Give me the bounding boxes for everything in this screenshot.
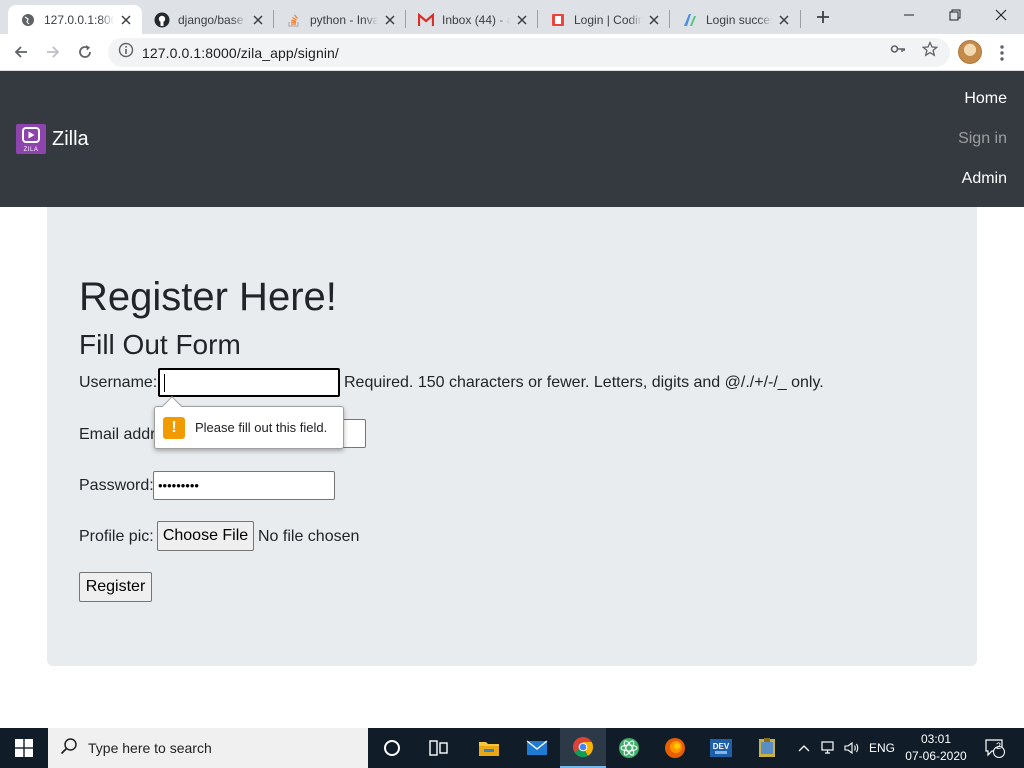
- tab-gmail[interactable]: Inbox (44) - a: [406, 5, 538, 34]
- globe-icon: [20, 12, 36, 28]
- file-explorer-icon[interactable]: [466, 728, 512, 768]
- username-label: Username:: [79, 374, 158, 391]
- password-value: •••••••••: [158, 478, 199, 493]
- dev-app-icon[interactable]: DEV: [698, 728, 744, 768]
- forward-button[interactable]: [40, 39, 66, 65]
- avatar[interactable]: [958, 40, 982, 64]
- star-icon[interactable]: [921, 40, 939, 58]
- browser-tab-strip: 127.0.0.1:8000/zila_app/signin/ django/b…: [0, 0, 1024, 34]
- tab-title: python - Invalid: [310, 12, 378, 27]
- atom-app-icon[interactable]: [606, 728, 652, 768]
- clock-time: 03:01: [920, 732, 952, 746]
- page-title: Register Here!: [79, 275, 337, 319]
- notification-count: 2: [996, 741, 1002, 751]
- chrome-icon[interactable]: [560, 728, 606, 768]
- taskbar-search-box[interactable]: Type here to search: [48, 728, 368, 768]
- tab-login-success[interactable]: Login success: [670, 5, 800, 34]
- logo-text: ZILA: [23, 147, 39, 153]
- password-label: Password:: [79, 477, 154, 494]
- task-view-icon[interactable]: [416, 728, 462, 768]
- bookmark-red-icon: [550, 12, 566, 28]
- language-indicator[interactable]: ENG: [866, 728, 898, 768]
- tab-coding[interactable]: Login | Coding: [538, 5, 670, 34]
- tab-signin[interactable]: 127.0.0.1:8000/zila_app/signin/: [8, 5, 142, 34]
- zilla-logo-icon: ZILA: [16, 124, 46, 154]
- new-tab-button[interactable]: [812, 6, 834, 28]
- svg-text:DEV: DEV: [713, 742, 730, 751]
- mail-icon[interactable]: [514, 728, 560, 768]
- browser-toolbar: 127.0.0.1:8000/zila_app/signin/: [0, 34, 1024, 71]
- brand-link[interactable]: ZILA Zilla: [16, 124, 89, 154]
- start-button[interactable]: [0, 728, 48, 768]
- archive-app-icon[interactable]: [744, 728, 790, 768]
- validation-tooltip: ! Please fill out this field.: [154, 406, 344, 449]
- close-window-button[interactable]: [978, 0, 1024, 30]
- nav-admin[interactable]: Admin: [962, 170, 1007, 188]
- network-icon[interactable]: [820, 728, 838, 768]
- validation-message: Please fill out this field.: [195, 420, 328, 435]
- site-blue-icon: [682, 12, 698, 28]
- nav-sign-in[interactable]: Sign in: [958, 130, 1007, 148]
- cortana-icon[interactable]: [369, 728, 415, 768]
- key-icon[interactable]: [889, 40, 907, 58]
- tab-github[interactable]: django/base: [142, 5, 274, 34]
- chevron-up-icon[interactable]: [796, 728, 812, 768]
- password-field[interactable]: •••••••••: [153, 471, 335, 500]
- text-caret: [164, 373, 165, 392]
- github-icon: [154, 12, 170, 28]
- back-button[interactable]: [8, 39, 34, 65]
- email-label: Email addr: [79, 426, 156, 443]
- clock-date: 07-06-2020: [905, 749, 967, 763]
- choose-file-button[interactable]: Choose File: [157, 521, 254, 551]
- close-icon[interactable]: [382, 12, 398, 28]
- more-menu-icon[interactable]: [992, 43, 1012, 63]
- profile-pic-label: Profile pic:: [79, 528, 154, 545]
- volume-icon[interactable]: [843, 728, 861, 768]
- brand-name: Zilla: [52, 127, 89, 150]
- register-button[interactable]: Register: [79, 572, 152, 602]
- url-text: 127.0.0.1:8000/zila_app/signin/: [142, 44, 339, 61]
- username-field[interactable]: [158, 368, 340, 397]
- close-icon[interactable]: [646, 12, 662, 28]
- tab-title: 127.0.0.1:8000/zila_app/signin/: [44, 12, 114, 27]
- no-file-text: No file chosen: [258, 528, 360, 545]
- taskbar-clock[interactable]: 03:01 07-06-2020: [896, 731, 976, 765]
- tab-title: Login | Coding: [574, 12, 642, 27]
- notification-center-icon[interactable]: 2: [980, 728, 1010, 768]
- username-help-text: Required. 150 characters or fewer. Lette…: [344, 374, 824, 391]
- restore-button[interactable]: [932, 0, 978, 30]
- tab-title: Login success: [706, 12, 772, 27]
- gmail-icon: [418, 12, 434, 28]
- reload-button[interactable]: [72, 39, 98, 65]
- search-icon: [60, 737, 78, 760]
- site-navbar: ZILA Zilla Home Sign in Admin: [0, 71, 1024, 207]
- close-icon[interactable]: [118, 12, 134, 28]
- tab-title: django/base: [178, 12, 244, 27]
- close-icon[interactable]: [514, 12, 530, 28]
- close-icon[interactable]: [776, 12, 792, 28]
- windows-logo-icon: [15, 739, 33, 757]
- form-subtitle: Fill Out Form: [79, 329, 241, 360]
- warning-icon: !: [163, 416, 185, 439]
- search-placeholder: Type here to search: [88, 740, 212, 756]
- tab-stackoverflow[interactable]: python - Invalid: [274, 5, 406, 34]
- firefox-icon[interactable]: [652, 728, 698, 768]
- close-icon[interactable]: [250, 12, 266, 28]
- minimize-button[interactable]: [886, 0, 932, 30]
- stackoverflow-icon: [286, 12, 302, 28]
- nav-home[interactable]: Home: [964, 90, 1007, 108]
- address-bar[interactable]: 127.0.0.1:8000/zila_app/signin/: [108, 38, 950, 67]
- windows-taskbar: Type here to search DEV ENG 03:01 07-06-…: [0, 728, 1024, 768]
- tab-title: Inbox (44) - a: [442, 12, 510, 27]
- tab-separator: [800, 10, 801, 28]
- registration-panel: Register Here! Fill Out Form Username: R…: [47, 207, 977, 666]
- info-icon[interactable]: [118, 42, 134, 63]
